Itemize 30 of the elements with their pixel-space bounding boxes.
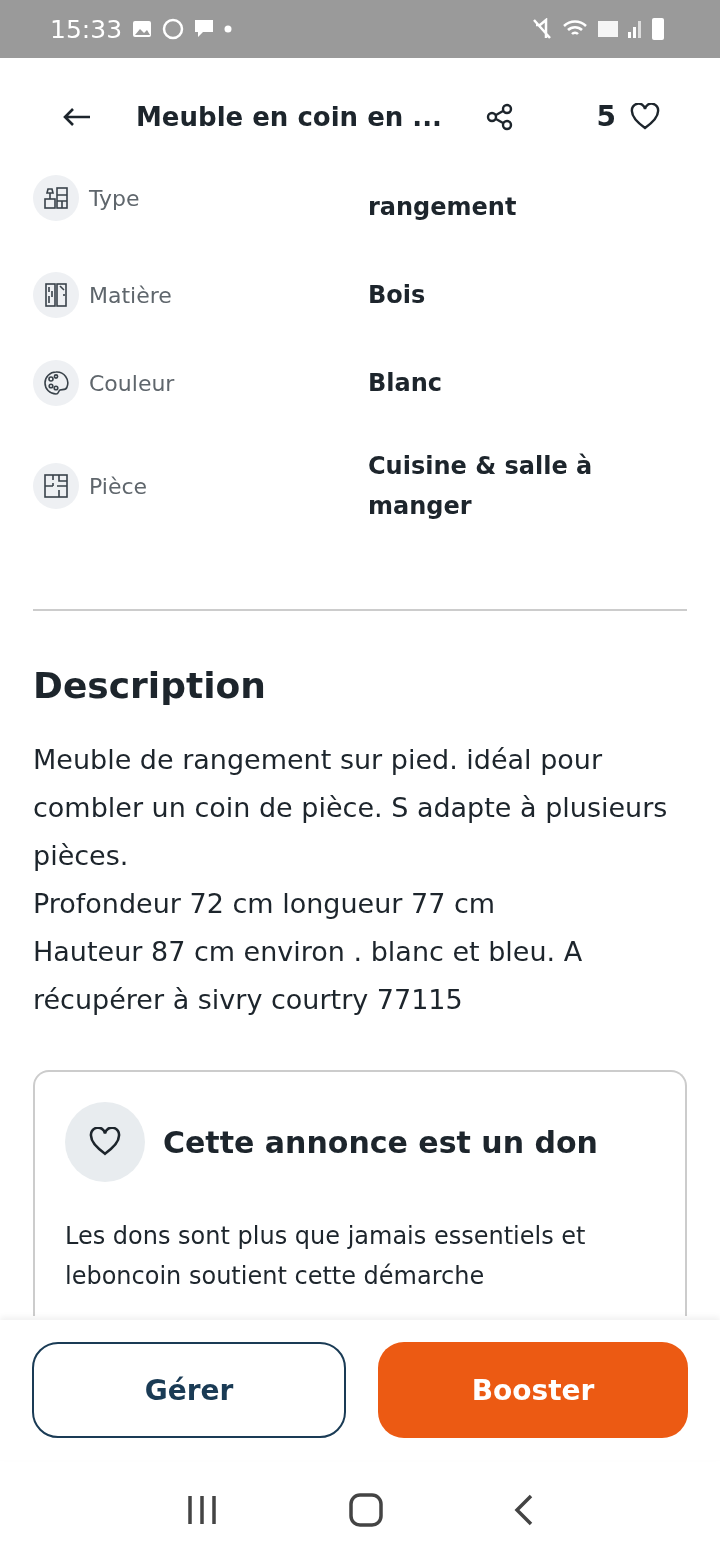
chat-circle-icon <box>162 18 185 40</box>
detail-label: Matière <box>89 282 172 308</box>
manage-button[interactable]: Gérer <box>32 1342 346 1438</box>
palette-icon <box>33 360 79 406</box>
section-heading: Description <box>33 665 267 706</box>
image-icon <box>132 20 153 38</box>
detail-label: Couleur <box>89 370 175 396</box>
detail-value: rangement <box>368 192 518 223</box>
description-text: Meuble de rangement sur pied. idéal pour combler un coin de pièce. S adapte à plusieurs pièces. <box>33 743 669 873</box>
description-text: Hauteur 87 cm environ . blanc et bleu. A récupérer à sivry courtry 77115 <box>33 935 584 1017</box>
floor-plan-icon <box>33 463 79 509</box>
description-text: Profondeur 72 cm longueur 77 cm <box>33 887 497 921</box>
favorites-count: 5 <box>596 100 616 133</box>
message-icon <box>194 19 215 39</box>
detail-label: Type <box>89 185 140 211</box>
listing-title: Meuble en coin en ... <box>136 101 443 132</box>
battery-icon <box>652 18 664 40</box>
detail-value: Bois <box>368 280 427 311</box>
detail-label: Pièce <box>89 473 148 499</box>
wood-icon <box>33 272 79 318</box>
dot-icon <box>224 25 233 33</box>
signal-icon <box>628 20 642 38</box>
status-time: 15:33 <box>50 14 123 44</box>
furniture-icon <box>33 175 79 221</box>
home-button[interactable] <box>348 1492 384 1528</box>
card-title: Cette annonce est un don <box>163 1124 598 1160</box>
card-text: Les dons sont plus que jamais essentiels et leboncoin soutient cette démarche <box>65 1221 587 1292</box>
mute-icon <box>532 18 552 40</box>
detail-value: Cuisine & salle à manger <box>368 451 594 522</box>
detail-value: Blanc <box>368 368 444 399</box>
